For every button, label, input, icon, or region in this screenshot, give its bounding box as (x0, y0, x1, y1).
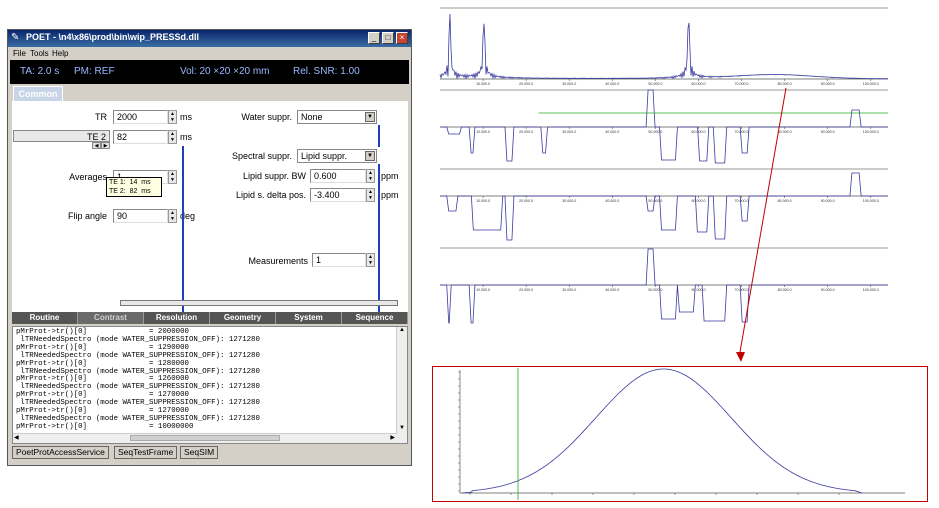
arrow-head-icon (736, 352, 745, 362)
axis-tick-label: 40.000.0 (605, 130, 619, 134)
rf-trace (439, 13, 889, 80)
axis-tick-label: 60.000.0 (691, 82, 705, 86)
axis-tick-label: 90.000.0 (821, 130, 835, 134)
axis-tick-label: 20.000.0 (519, 288, 533, 292)
axis-tick-label: 60.000.0 (691, 199, 705, 203)
axis-tick-label: 10.000.0 (476, 82, 490, 86)
axis-tick-label: 60.000.0 (691, 130, 705, 134)
axis-tick-label: 20.000.0 (519, 199, 533, 203)
axis-tick-label: 90.000.0 (821, 199, 835, 203)
axis-tick-label: 80.000.0 (778, 130, 792, 134)
axis-tick-label: 90.000.0 (821, 288, 835, 292)
axis-tick-label: 10.000.0 (476, 288, 490, 292)
axis-tick-label: 10.000.0 (476, 199, 490, 203)
axis-tick-label: 20.000.0 (519, 130, 533, 134)
axis-tick-label: 70.000.0 (735, 82, 749, 86)
axis-tick-label: 40.000.0 (605, 288, 619, 292)
gradient-trace (440, 172, 888, 241)
zoom-plot-frame (432, 366, 928, 502)
axis-tick-label: 80.000.0 (778, 199, 792, 203)
axis-tick-label: 60.000.0 (691, 288, 705, 292)
axis-tick-label: 30.000.0 (562, 130, 576, 134)
gradient-trace (440, 248, 888, 324)
axis-tick-label: 70.000.0 (735, 130, 749, 134)
axis-tick-label: 40.000.0 (605, 82, 619, 86)
axis-tick-label: 40.000.0 (605, 199, 619, 203)
axis-tick-label: 30.000.0 (562, 82, 576, 86)
axis-tick-label: 10.000.0 (476, 130, 490, 134)
axis-tick-label: 70.000.0 (735, 199, 749, 203)
axis-tick-label: 50.000.0 (648, 82, 662, 86)
axis-tick-label: 100.000.0 (863, 130, 879, 134)
axis-tick-label: 80.000.0 (778, 82, 792, 86)
axis-tick-label: 100.000.0 (863, 82, 879, 86)
axis-tick-label: 80.000.0 (778, 288, 792, 292)
axis-tick-label: 30.000.0 (562, 288, 576, 292)
axis-tick-label: 30.000.0 (562, 199, 576, 203)
axis-tick-label: 100.000.0 (863, 199, 879, 203)
gradient-trace (440, 89, 888, 164)
axis-tick-label: 100.000.0 (863, 288, 879, 292)
axis-tick-label: 20.000.0 (519, 82, 533, 86)
axis-tick-label: 70.000.0 (735, 288, 749, 292)
axis-tick-label: 90.000.0 (821, 82, 835, 86)
